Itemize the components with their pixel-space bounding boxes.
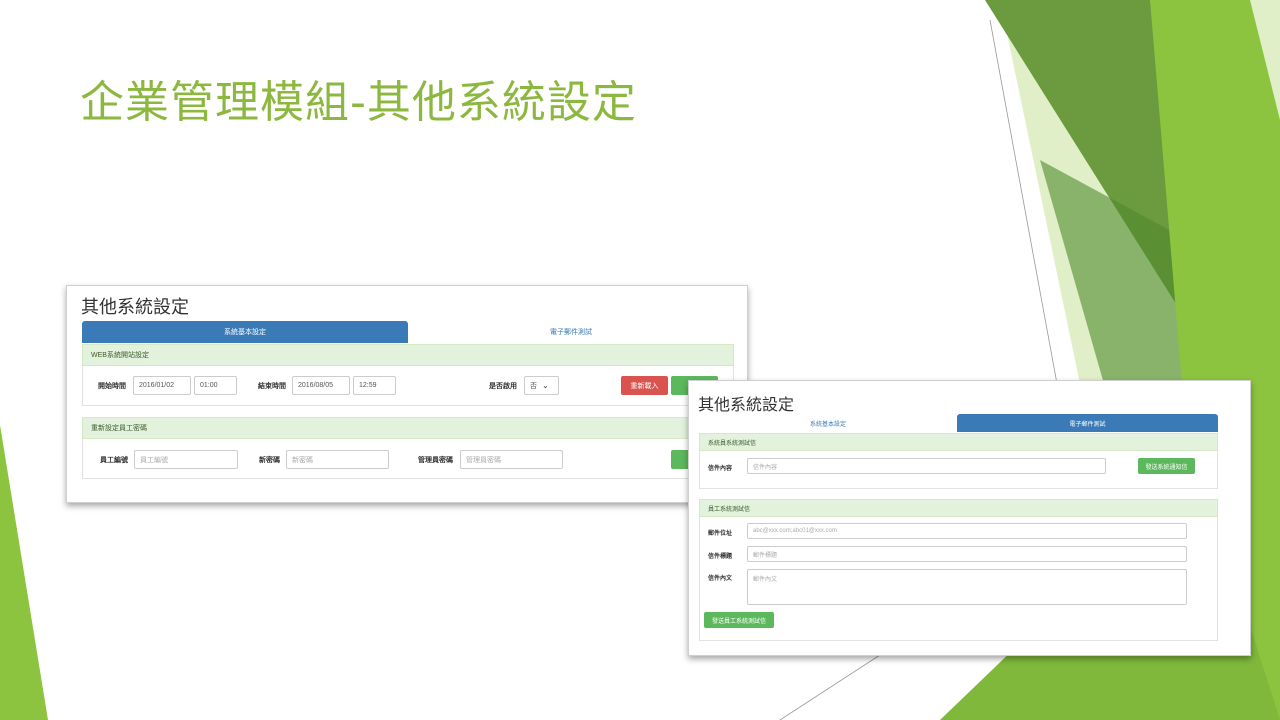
thin-divider-line-2 <box>779 654 881 720</box>
system-mail-heading: 系統員系統測試信 <box>699 433 1218 451</box>
end-time-label: 結束時間 <box>258 383 286 390</box>
employee-mail-body: 郵件位址 abc@xxx.com;abc01@xxx.com 信件標題 郵件標題… <box>699 517 1218 641</box>
password-section-body: 員工編號 員工編號 新密碼 新密碼 管理員密碼 管理員密碼 更新 <box>82 439 734 479</box>
mail-address-input[interactable]: abc@xxx.com;abc01@xxx.com <box>747 523 1187 539</box>
tab-email-test[interactable]: 電子郵件測試 <box>957 414 1218 432</box>
mail-subject-input[interactable]: 郵件標題 <box>747 546 1187 562</box>
new-password-label: 新密碼 <box>259 457 280 464</box>
mail-body-label: 信件內文 <box>708 576 733 582</box>
web-section-heading: WEB系統開站設定 <box>82 344 734 366</box>
web-section-body: 開始時間 2016/01/02 01:00 結束時間 2016/08/05 12… <box>82 366 734 406</box>
send-system-notice-button[interactable]: 發送系統通知信 <box>1138 458 1195 474</box>
admin-password-input[interactable]: 管理員密碼 <box>460 450 563 469</box>
slide-title: 企業管理模組-其他系統設定 <box>80 77 637 128</box>
mail-subject-label: 信件標題 <box>708 554 733 560</box>
tab-system-basic-settings[interactable]: 系統基本設定 <box>82 321 408 343</box>
chevron-down-icon: ⌄ <box>542 381 549 390</box>
employee-id-label: 員工編號 <box>100 457 128 464</box>
end-date-input[interactable]: 2016/08/05 <box>292 376 350 395</box>
page-title: 其他系統設定 <box>81 297 189 318</box>
system-mail-body: 信件內容 信件內容 發送系統通知信 <box>699 451 1218 489</box>
tab-email-test[interactable]: 電子郵件測試 <box>408 321 734 343</box>
start-date-input[interactable]: 2016/01/02 <box>133 376 191 395</box>
tab-system-basic-settings[interactable]: 系統基本設定 <box>699 414 957 432</box>
end-time-input[interactable]: 12:59 <box>353 376 396 395</box>
password-section-heading: 重新設定員工密碼 <box>82 417 734 439</box>
enabled-select[interactable]: 否 ⌄ <box>524 376 559 395</box>
mail-content-label: 信件內容 <box>708 466 733 472</box>
enabled-select-value: 否 <box>530 382 537 390</box>
admin-password-label: 管理員密碼 <box>418 457 453 464</box>
mail-content-input[interactable]: 信件內容 <box>747 458 1106 474</box>
send-employee-test-button[interactable]: 發送員工系統測試信 <box>704 612 774 628</box>
mail-body-textarea[interactable]: 郵件內文 <box>747 569 1187 605</box>
screenshot-system-basic-settings: 其他系統設定 系統基本設定 電子郵件測試 WEB系統開站設定 開始時間 2016… <box>66 285 748 503</box>
employee-mail-heading: 員工系統測試信 <box>699 499 1218 517</box>
enabled-label: 是否啟用 <box>489 383 517 390</box>
new-password-input[interactable]: 新密碼 <box>286 450 389 469</box>
employee-id-input[interactable]: 員工編號 <box>134 450 238 469</box>
mail-address-label: 郵件位址 <box>708 531 733 537</box>
page-title: 其他系統設定 <box>698 395 795 414</box>
left-green-shard <box>0 425 48 720</box>
screenshot-email-test: 其他系統設定 系統基本設定 電子郵件測試 系統員系統測試信 信件內容 信件內容 … <box>688 380 1251 656</box>
start-time-input[interactable]: 01:00 <box>194 376 237 395</box>
start-time-label: 開始時間 <box>98 383 126 390</box>
reload-button[interactable]: 重新載入 <box>621 376 668 395</box>
